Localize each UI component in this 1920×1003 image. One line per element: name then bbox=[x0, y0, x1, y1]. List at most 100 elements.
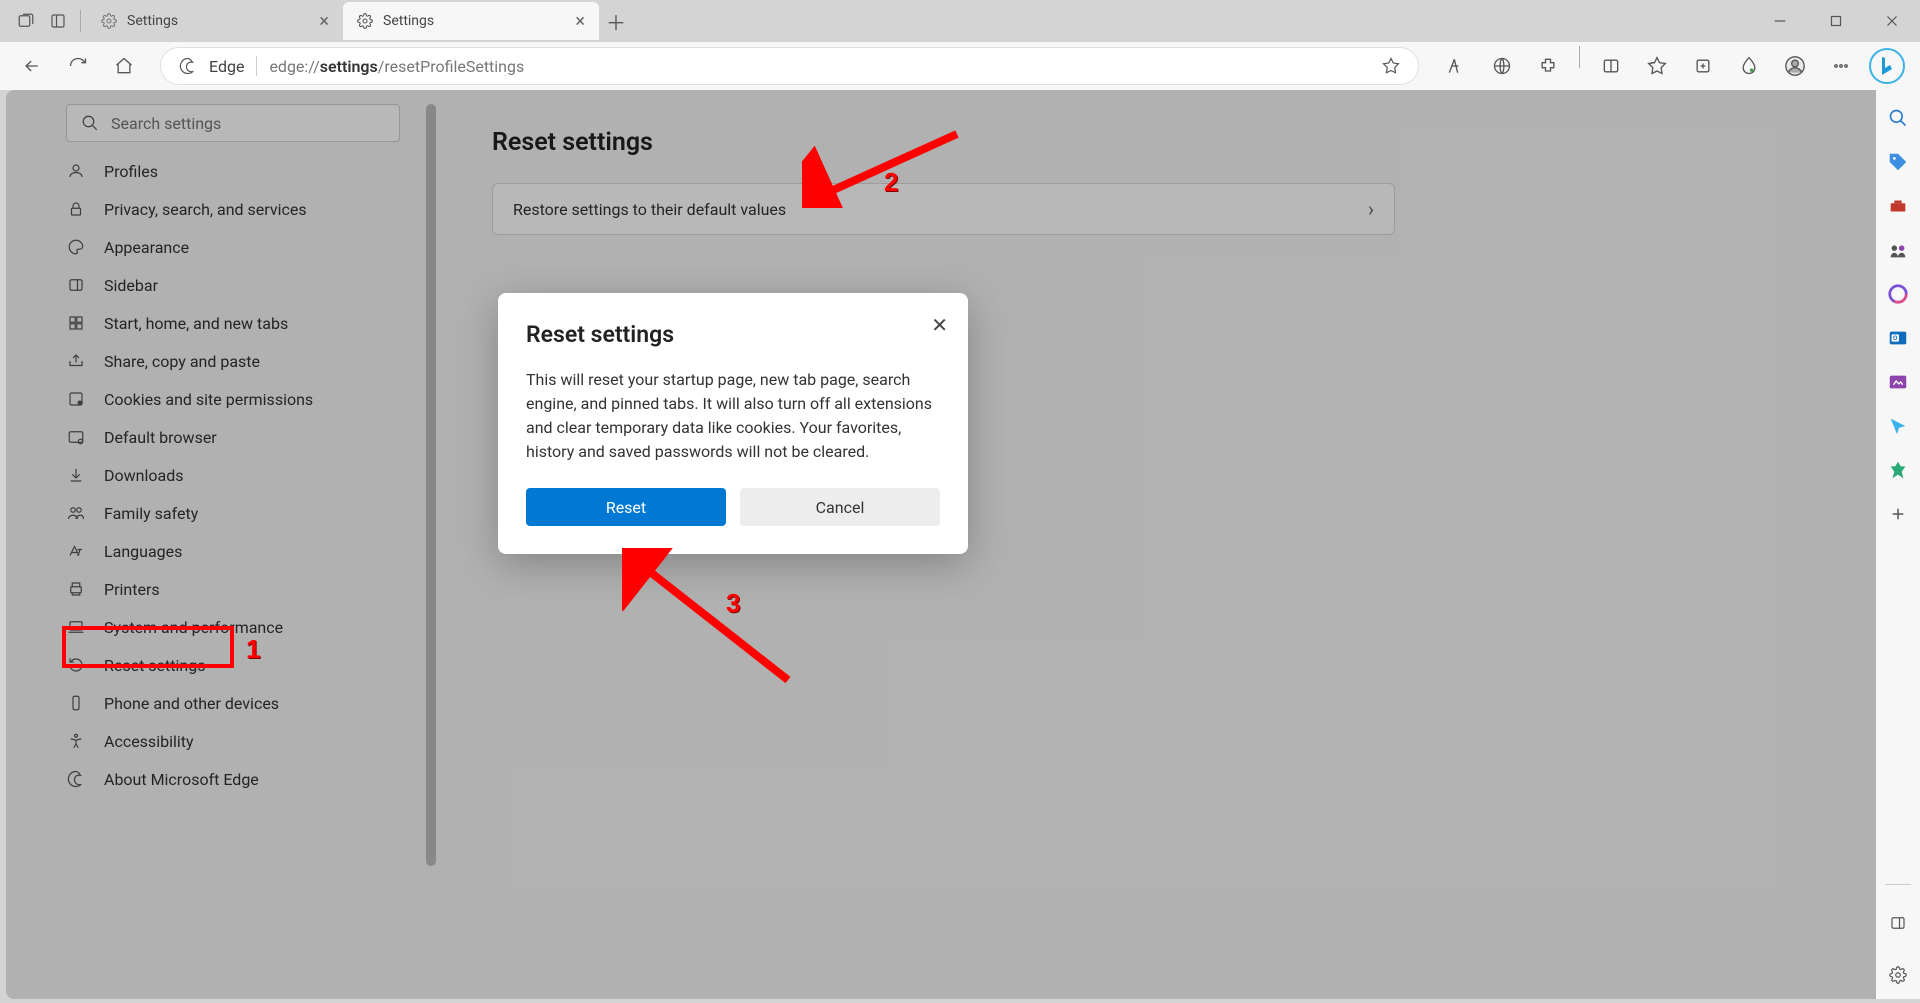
settings-sidebar: Profiles Privacy, search, and services A… bbox=[6, 90, 436, 999]
gear-icon bbox=[357, 13, 373, 29]
profile-icon[interactable] bbox=[1774, 46, 1816, 86]
bing-chat-icon[interactable] bbox=[1866, 46, 1908, 86]
vertical-tabs-icon[interactable] bbox=[42, 5, 74, 37]
performance-icon[interactable] bbox=[1728, 46, 1770, 86]
drop-icon[interactable] bbox=[1886, 414, 1910, 438]
edge-icon bbox=[66, 770, 86, 788]
back-button[interactable] bbox=[12, 46, 52, 86]
maximize-button[interactable] bbox=[1808, 0, 1864, 42]
more-menu-icon[interactable] bbox=[1820, 46, 1862, 86]
svg-text:O: O bbox=[1893, 334, 1898, 342]
tab-label: Settings bbox=[127, 13, 178, 29]
edge-logo-icon bbox=[179, 57, 197, 75]
close-icon[interactable]: × bbox=[575, 11, 585, 32]
search-icon[interactable] bbox=[1886, 106, 1910, 130]
separator bbox=[80, 10, 81, 32]
annotation-number-1: 1 bbox=[246, 634, 260, 665]
annotation-arrow-2 bbox=[802, 128, 962, 208]
tools-icon[interactable] bbox=[1886, 194, 1910, 218]
sidebar-item-family[interactable]: Family safety bbox=[66, 494, 436, 532]
sidebar-item-default-browser[interactable]: Default browser bbox=[66, 418, 436, 456]
sidebar-item-phone[interactable]: Phone and other devices bbox=[66, 684, 436, 722]
outlook-icon[interactable]: O bbox=[1886, 326, 1910, 350]
m365-icon[interactable] bbox=[1886, 282, 1910, 306]
sidebar-item-share[interactable]: Share, copy and paste bbox=[66, 342, 436, 380]
read-aloud-icon[interactable] bbox=[1435, 46, 1477, 86]
search-icon bbox=[81, 114, 99, 132]
hide-sidebar-icon[interactable] bbox=[1886, 911, 1910, 935]
sidebar-item-languages[interactable]: Languages bbox=[66, 532, 436, 570]
tab-bar: Settings × Settings × ＋ bbox=[0, 0, 1920, 42]
separator bbox=[1579, 46, 1580, 68]
sidebar-item-cookies[interactable]: Cookies and site permissions bbox=[66, 380, 436, 418]
phone-icon bbox=[66, 694, 86, 712]
share-icon bbox=[66, 352, 86, 370]
window-controls bbox=[1752, 0, 1920, 42]
sidebar-item-start[interactable]: Start, home, and new tabs bbox=[66, 304, 436, 342]
favorite-star-icon[interactable] bbox=[1382, 57, 1400, 75]
accessibility-icon bbox=[66, 732, 86, 750]
gear-icon bbox=[101, 13, 117, 29]
sidebar-nav: Profiles Privacy, search, and services A… bbox=[6, 152, 436, 798]
collections-icon[interactable] bbox=[1682, 46, 1724, 86]
sidebar-item-appearance[interactable]: Appearance bbox=[66, 228, 436, 266]
tab-actions-icon[interactable] bbox=[10, 5, 42, 37]
sidebar-item-about[interactable]: About Microsoft Edge bbox=[66, 760, 436, 798]
printer-icon bbox=[66, 580, 86, 598]
lock-icon bbox=[66, 200, 86, 218]
dialog-title: Reset settings bbox=[526, 321, 940, 348]
shopping-tag-icon[interactable] bbox=[1886, 150, 1910, 174]
tab-settings-active[interactable]: Settings × bbox=[343, 2, 599, 40]
separator bbox=[1885, 884, 1911, 885]
right-sidebar-rail: O bbox=[1876, 90, 1920, 999]
search-input[interactable] bbox=[111, 114, 385, 133]
address-bar[interactable]: Edge edge://settings/resetProfileSetting… bbox=[160, 47, 1419, 85]
extensions-icon[interactable] bbox=[1527, 46, 1569, 86]
add-icon[interactable] bbox=[1886, 502, 1910, 526]
sidebar-item-sidebar[interactable]: Sidebar bbox=[66, 266, 436, 304]
search-settings[interactable] bbox=[66, 104, 400, 142]
profile-icon bbox=[66, 162, 86, 180]
settings-gear-icon[interactable] bbox=[1886, 963, 1910, 987]
annotation-number-3: 3 bbox=[726, 588, 740, 619]
cookie-icon bbox=[66, 390, 86, 408]
panel-icon bbox=[66, 276, 86, 294]
reset-settings-dialog: ✕ Reset settings This will reset your st… bbox=[498, 293, 968, 554]
annotation-box-1 bbox=[62, 626, 234, 668]
minimize-button[interactable] bbox=[1752, 0, 1808, 42]
home-button[interactable] bbox=[104, 46, 144, 86]
cancel-button[interactable]: Cancel bbox=[740, 488, 940, 526]
sidebar-item-privacy[interactable]: Privacy, search, and services bbox=[66, 190, 436, 228]
dialog-body: This will reset your startup page, new t… bbox=[526, 368, 940, 464]
sidebar-item-downloads[interactable]: Downloads bbox=[66, 456, 436, 494]
tab-label: Settings bbox=[383, 13, 434, 29]
sidebar-item-profiles[interactable]: Profiles bbox=[66, 152, 436, 190]
chevron-right-icon: › bbox=[1368, 197, 1374, 221]
dialog-buttons: Reset Cancel bbox=[526, 488, 940, 526]
refresh-button[interactable] bbox=[58, 46, 98, 86]
address-url: edge://settings/resetProfileSettings bbox=[269, 57, 524, 76]
language-icon bbox=[66, 542, 86, 560]
download-icon bbox=[66, 466, 86, 484]
annotation-number-2: 2 bbox=[884, 167, 898, 198]
sidebar-item-printers[interactable]: Printers bbox=[66, 570, 436, 608]
sidebar-item-accessibility[interactable]: Accessibility bbox=[66, 722, 436, 760]
address-identity: Edge bbox=[209, 57, 244, 76]
web-icon[interactable] bbox=[1481, 46, 1523, 86]
tab-settings-inactive[interactable]: Settings × bbox=[87, 2, 343, 40]
efficiency-icon[interactable] bbox=[1886, 458, 1910, 482]
close-window-button[interactable] bbox=[1864, 0, 1920, 42]
annotation-arrow-3 bbox=[622, 548, 794, 688]
reset-button[interactable]: Reset bbox=[526, 488, 726, 526]
dialog-close-button[interactable]: ✕ bbox=[931, 313, 948, 337]
image-creator-icon[interactable] bbox=[1886, 370, 1910, 394]
games-icon[interactable] bbox=[1886, 238, 1910, 262]
grid-icon bbox=[66, 314, 86, 332]
new-tab-button[interactable]: ＋ bbox=[599, 4, 633, 38]
scrollbar[interactable] bbox=[426, 104, 436, 866]
split-screen-icon[interactable] bbox=[1590, 46, 1632, 86]
favorites-icon[interactable] bbox=[1636, 46, 1678, 86]
separator bbox=[256, 56, 257, 76]
card-label: Restore settings to their default values bbox=[513, 200, 786, 219]
close-icon[interactable]: × bbox=[319, 11, 329, 32]
